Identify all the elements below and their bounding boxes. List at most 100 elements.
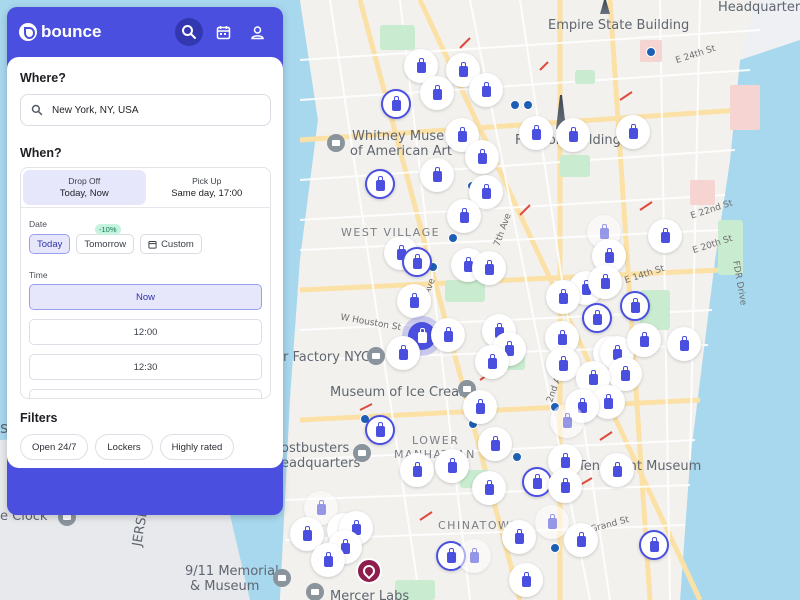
luggage-icon (532, 474, 542, 489)
storage-location-pin[interactable] (386, 336, 420, 370)
storage-location-pin[interactable] (469, 73, 503, 107)
storage-location-pin[interactable] (431, 318, 465, 352)
location-search-value: New York, NY, USA (52, 104, 139, 116)
time-slot-next[interactable] (29, 389, 262, 398)
luggage-icon (302, 526, 312, 541)
storage-location-pin[interactable] (365, 415, 395, 445)
museum-icon[interactable] (327, 134, 345, 152)
storage-location-pin[interactable] (478, 427, 512, 461)
account-button[interactable] (243, 18, 271, 46)
time-slot-1230[interactable]: 12:30 (29, 354, 262, 380)
storage-location-pin[interactable] (502, 520, 536, 554)
storage-location-pin[interactable] (420, 76, 454, 110)
selected-place-pin-icon[interactable] (356, 558, 382, 584)
location-search-field[interactable]: New York, NY, USA (20, 94, 271, 126)
luggage-icon (639, 332, 649, 347)
luggage-icon (447, 458, 457, 473)
search-button[interactable] (175, 18, 203, 46)
storage-location-pin[interactable] (381, 89, 411, 119)
time-slot-now[interactable]: Now (29, 284, 262, 310)
dropoff-pickup-tabs: Drop Off Today, Now Pick Up Same day, 17… (21, 168, 270, 208)
map-label-factory: r Factory NYC (283, 350, 371, 365)
museum-icon[interactable] (273, 569, 291, 587)
luggage-icon (560, 478, 570, 493)
storage-location-pin[interactable] (648, 219, 682, 253)
luggage-icon (409, 293, 419, 308)
storage-location-pin[interactable] (519, 116, 553, 150)
storage-location-pin[interactable] (365, 169, 395, 199)
map-label-headquarters: Headquarters (718, 0, 800, 15)
storage-location-pin[interactable] (588, 265, 622, 299)
tab-drop-off[interactable]: Drop Off Today, Now (23, 170, 146, 205)
luggage-icon (375, 176, 385, 191)
storage-location-pin[interactable] (465, 140, 499, 174)
map-label-mercer: Mercer Labs (330, 589, 410, 600)
luggage-icon (557, 330, 567, 345)
date-custom-button[interactable]: Custom (140, 234, 202, 254)
storage-location-pin[interactable] (620, 291, 650, 321)
storage-location-pin[interactable] (463, 390, 497, 424)
storage-location-pin[interactable] (402, 247, 432, 277)
storage-location-pin[interactable] (546, 347, 580, 381)
storage-location-pin[interactable] (475, 345, 509, 379)
storage-location-pin[interactable] (616, 115, 650, 149)
storage-location-pin[interactable] (546, 280, 580, 314)
date-today-button[interactable]: Today (29, 234, 71, 254)
storage-location-pin[interactable] (457, 539, 491, 573)
time-slot-1200[interactable]: 12:00 (29, 319, 262, 345)
storage-location-pin[interactable] (400, 453, 434, 487)
filter-open-24-7[interactable]: Open 24/7 (20, 434, 89, 460)
storage-location-pin[interactable] (420, 158, 454, 192)
search-icon (31, 104, 43, 116)
luggage-icon (458, 62, 468, 77)
storage-location-pin[interactable] (472, 471, 506, 505)
luggage-icon (457, 127, 467, 142)
storage-location-pin[interactable] (667, 327, 701, 361)
calendar-icon (148, 240, 157, 249)
museum-icon[interactable] (306, 583, 324, 600)
museum-icon[interactable] (367, 347, 385, 365)
luggage-icon (562, 413, 572, 428)
luggage-icon (477, 149, 487, 164)
filters-title: Filters (20, 411, 58, 425)
storage-location-pin[interactable] (447, 199, 481, 233)
storage-location-pin[interactable] (564, 523, 598, 557)
map-label-ghostbusters: ostbusters (281, 441, 350, 456)
luggage-icon (628, 124, 638, 139)
booking-card: Where? New York, NY, USA When? Drop Off … (7, 57, 283, 468)
tab-pick-up-label: Pick Up (192, 176, 222, 186)
storage-location-pin[interactable] (627, 323, 661, 357)
landmark-icon[interactable] (353, 444, 371, 462)
storage-location-pin[interactable] (435, 449, 469, 483)
map-label-west-village: WEST VILLAGE (341, 226, 441, 239)
storage-location-pin[interactable] (397, 284, 431, 318)
luggage-icon (604, 248, 614, 263)
filter-highly-rated[interactable]: Highly rated (159, 434, 235, 460)
search-icon (182, 25, 196, 39)
storage-location-pin[interactable] (311, 543, 345, 577)
storage-location-pin[interactable] (600, 453, 634, 487)
luggage-icon (576, 532, 586, 547)
date-options: Today Tomorrow Custom -10% (29, 224, 270, 254)
filter-chips: Open 24/7 Lockers Highly rated (20, 434, 271, 460)
luggage-icon (600, 274, 610, 289)
storage-location-pin[interactable] (639, 530, 669, 560)
tab-pick-up[interactable]: Pick Up Same day, 17:00 (146, 170, 269, 205)
top-bar: bounce (7, 7, 283, 57)
luggage-icon (521, 572, 531, 587)
date-tomorrow-button[interactable]: Tomorrow (76, 234, 135, 254)
luggage-icon (412, 254, 422, 269)
storage-location-pin[interactable] (582, 303, 612, 333)
bounce-logo[interactable]: bounce (19, 22, 101, 42)
map-label-lower-manhattan: LOWER (412, 434, 460, 447)
storage-location-pin[interactable] (472, 251, 506, 285)
tab-drop-off-value: Today, Now (59, 188, 109, 199)
storage-location-pin[interactable] (550, 404, 584, 438)
map-label-memorial: 9/11 Memorial (185, 564, 279, 579)
storage-location-pin[interactable] (509, 563, 543, 597)
filter-lockers[interactable]: Lockers (95, 434, 153, 460)
luggage-icon (531, 125, 541, 140)
storage-location-pin[interactable] (556, 118, 590, 152)
storage-location-pin[interactable] (548, 469, 582, 503)
bookings-button[interactable] (209, 18, 237, 46)
